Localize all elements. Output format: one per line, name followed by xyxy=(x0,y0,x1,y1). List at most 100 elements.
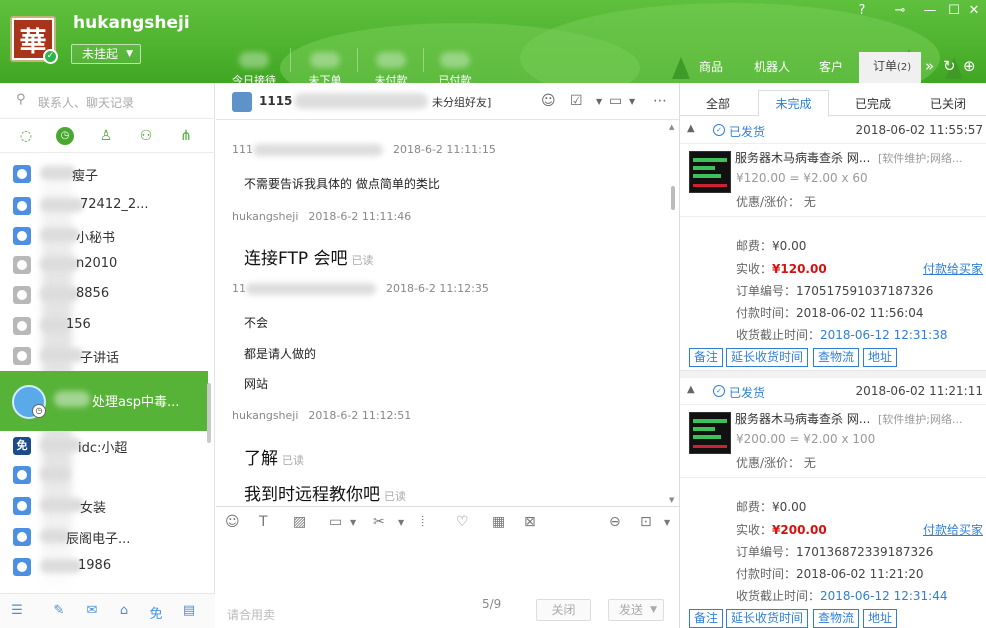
heart-icon[interactable]: ♡ xyxy=(456,514,469,530)
note-button[interactable]: 备注 xyxy=(689,609,724,628)
add-icon[interactable]: ⊕ xyxy=(963,57,976,75)
contact-item[interactable]: 辰阁电子... xyxy=(0,521,215,551)
calculator-icon[interactable]: ▦ xyxy=(492,514,505,530)
scissors-icon[interactable]: ✂ xyxy=(373,514,385,530)
input-placeholder: 请合用卖 xyxy=(227,608,276,622)
tab-orders[interactable]: 订单(2) xyxy=(859,52,921,83)
more-icon[interactable]: ⋯ xyxy=(653,93,667,109)
address-button[interactable]: 地址 xyxy=(863,348,898,367)
send-button[interactable]: 发送 ▼ xyxy=(608,599,664,621)
stat-paid[interactable]: 已付款 xyxy=(425,52,485,83)
tab-all[interactable]: 全部 xyxy=(706,95,730,112)
folder-icon[interactable]: ▭ xyxy=(329,514,342,530)
tab-complete[interactable]: 已完成 xyxy=(855,95,891,112)
extend-receipt-button[interactable]: 延长收货时间 xyxy=(726,348,809,367)
coupon-icon[interactable]: ⊠ xyxy=(524,514,536,530)
contact-item[interactable]: 女装 xyxy=(0,490,215,520)
pay-buyer-link[interactable]: 付款给买家 xyxy=(923,521,983,538)
chevron-down-icon[interactable]: ▼ xyxy=(596,97,602,106)
mail-icon[interactable]: ✉ xyxy=(83,603,101,619)
menu-icon[interactable]: ☰ xyxy=(8,603,26,619)
track-logistics-button[interactable]: 查物流 xyxy=(813,609,860,628)
contact-item[interactable]: 子讲话 xyxy=(0,340,215,370)
edit-icon[interactable]: ✎ xyxy=(50,603,68,619)
group-icon[interactable]: ⚇ xyxy=(137,127,155,145)
window-icon[interactable]: ▤ xyxy=(180,603,198,619)
contact-search[interactable]: ⚲ 联系人、聊天记录 xyxy=(0,83,215,119)
shake-icon[interactable]: ⦙ xyxy=(421,514,424,530)
close-button[interactable]: 关闭 xyxy=(536,599,591,621)
close-icon[interactable]: ✕ xyxy=(962,2,986,20)
minimize-icon[interactable]: — xyxy=(918,2,942,20)
collapse-icon[interactable]: ▲ xyxy=(687,123,695,134)
tab-customer[interactable]: 客户 xyxy=(819,58,843,83)
contact-item[interactable]: 8856 xyxy=(0,279,215,309)
product-thumbnail[interactable] xyxy=(689,412,731,454)
more-tabs-icon[interactable]: » xyxy=(925,57,934,75)
message-line: 不会 xyxy=(244,316,269,330)
collapse-icon[interactable]: ▲ xyxy=(687,384,695,395)
stat-unpaid[interactable]: 未付款 xyxy=(361,52,421,83)
person-icon[interactable]: ♙ xyxy=(97,127,115,145)
avatar xyxy=(13,286,31,304)
address-button[interactable]: 地址 xyxy=(863,609,898,628)
product-title[interactable]: 服务器木马病毒查杀 网... xyxy=(735,149,870,166)
help-icon[interactable]: ? xyxy=(850,2,874,20)
postage-row: 邮费：¥0.00 xyxy=(736,498,806,515)
avatar xyxy=(13,317,31,335)
image-icon[interactable]: ▨ xyxy=(293,514,306,530)
chevron-down-icon[interactable]: ▼ xyxy=(629,97,635,106)
avatar xyxy=(13,347,31,365)
contact-item[interactable]: 1986 xyxy=(0,551,215,581)
stat-today-received[interactable]: 今日接待 xyxy=(224,52,284,83)
chat-bubble-icon[interactable]: ◌ xyxy=(17,127,35,145)
tab-orders-count: (2) xyxy=(897,62,912,73)
product-title[interactable]: 服务器木马病毒查杀 网... xyxy=(735,410,870,427)
chevron-down-icon[interactable]: ▼ xyxy=(350,518,356,527)
contact-item[interactable]: 小秘书 xyxy=(0,220,215,250)
extend-receipt-button[interactable]: 延长收货时间 xyxy=(726,609,809,628)
status-dropdown[interactable]: 未挂起 ▼ xyxy=(71,44,142,64)
tab-products[interactable]: 商品 xyxy=(699,58,723,83)
shop-icon[interactable]: ⌂ xyxy=(115,603,133,619)
chevron-down-icon[interactable]: ▼ xyxy=(664,518,670,527)
active-contact[interactable]: ◷ 处理asp中毒... xyxy=(0,371,208,431)
stat-not-ordered[interactable]: 未下单 xyxy=(295,52,355,83)
tab-closed[interactable]: 已关闭 xyxy=(930,95,966,112)
refresh-icon[interactable]: ↻ xyxy=(943,57,956,75)
contact-item[interactable]: 72412_2... xyxy=(0,190,215,220)
emoji-icon[interactable]: ☺ xyxy=(225,514,240,530)
contact-name: 小秘书 xyxy=(76,231,116,246)
scroll-down-icon[interactable]: ▼ xyxy=(669,496,674,504)
message-icon[interactable]: ☺ xyxy=(541,93,556,109)
video-icon[interactable]: ▭ xyxy=(609,93,622,109)
contact-item[interactable]: n2010 xyxy=(0,249,215,279)
sell-icon[interactable]: 免 xyxy=(147,603,165,622)
store-logo[interactable]: 華 ✓ xyxy=(10,16,58,64)
screen-share-icon[interactable]: ☑ xyxy=(570,93,583,109)
message-sender: hukangsheji xyxy=(232,210,299,223)
tab-robot[interactable]: 机器人 xyxy=(754,58,790,83)
track-logistics-button[interactable]: 查物流 xyxy=(813,348,860,367)
scroll-up-icon[interactable]: ▲ xyxy=(669,123,674,131)
product-thumbnail[interactable] xyxy=(689,151,731,193)
org-tree-icon[interactable]: ⋔ xyxy=(177,127,195,145)
contact-item[interactable] xyxy=(0,459,215,489)
chevron-down-icon[interactable]: ▼ xyxy=(398,518,404,527)
recent-clock-icon[interactable]: ◷ xyxy=(56,127,74,145)
pin-icon[interactable]: ⊸ xyxy=(888,2,912,20)
contact-item[interactable]: 瘦子 xyxy=(0,158,215,188)
tab-incomplete[interactable]: 未完成 xyxy=(758,90,829,117)
tab-orders-label: 订单 xyxy=(873,59,898,73)
note-button[interactable]: 备注 xyxy=(689,348,724,367)
postage-row: 邮费：¥0.00 xyxy=(736,237,806,254)
contact-item[interactable]: 免 idc:小超 xyxy=(0,430,215,460)
message-scrollbar[interactable] xyxy=(671,186,675,210)
contact-item[interactable]: 156 xyxy=(0,310,215,340)
contact-scrollbar[interactable] xyxy=(207,383,211,443)
pay-buyer-link[interactable]: 付款给买家 xyxy=(923,260,983,277)
history-icon[interactable]: ⊡ xyxy=(640,514,652,530)
quick-reply-icon[interactable]: ⊖ xyxy=(609,514,621,530)
message-input[interactable]: 请合用卖 5/9 关闭 发送 ▼ xyxy=(216,536,679,628)
font-icon[interactable]: T xyxy=(259,514,268,530)
